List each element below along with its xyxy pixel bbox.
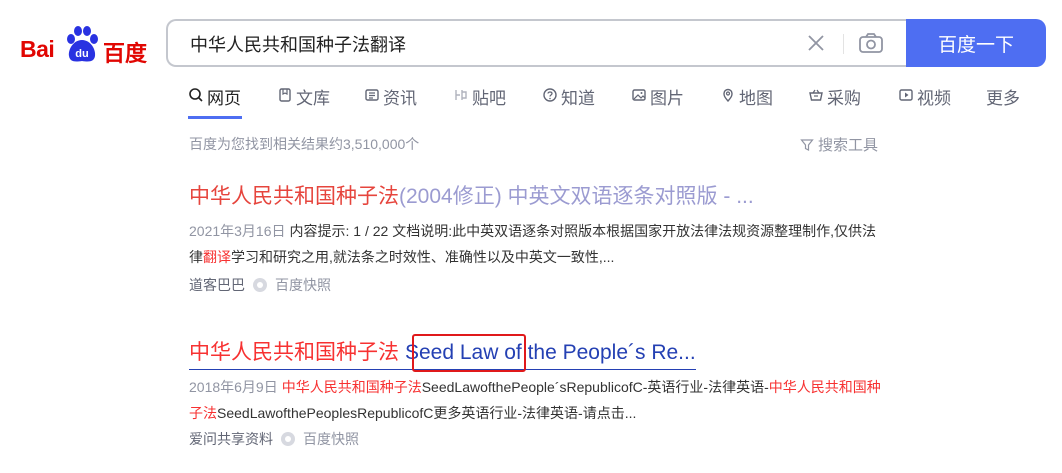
title-highlight: 中华人民共和国种子法 bbox=[189, 185, 399, 208]
tab-map[interactable]: 地图 bbox=[720, 84, 773, 118]
result-abstract: 2021年3月16日 内容提示: 1 / 22 文档说明:此中英双语逐条对照版本根… bbox=[189, 218, 889, 270]
snapshot-icon bbox=[253, 278, 267, 292]
search-input[interactable] bbox=[188, 21, 792, 67]
tab-label: 网页 bbox=[207, 89, 241, 108]
search-divider bbox=[843, 34, 844, 54]
active-tab-indicator bbox=[188, 116, 242, 119]
search-tools-button[interactable]: 搜索工具 bbox=[800, 134, 878, 155]
result-date: 2021年3月16日 bbox=[189, 223, 286, 239]
logo-du-text: du bbox=[75, 48, 88, 60]
tab-label: 更多 bbox=[986, 89, 1020, 108]
news-icon bbox=[365, 89, 379, 101]
tab-more[interactable]: 更多 bbox=[986, 84, 1020, 118]
search-icon bbox=[189, 88, 203, 102]
title-text: (2004修正) 中英文双语逐条对照版 - ... bbox=[399, 185, 754, 208]
baidu-logo[interactable]: Bai du 百度 bbox=[20, 22, 150, 67]
abstract-text: 学习和研究之用,就法条之时效性、准确性以及中英文一致性,... bbox=[231, 249, 615, 265]
result-date: 2018年6月9日 bbox=[189, 379, 278, 395]
document-icon bbox=[279, 88, 291, 102]
tab-news[interactable]: 资讯 bbox=[364, 84, 417, 118]
search-tools-label: 搜索工具 bbox=[818, 137, 879, 154]
tab-tieba[interactable]: 贴吧 bbox=[453, 84, 506, 118]
result-title-link[interactable]: 中华人民共和国种子法(2004修正) 中英文双语逐条对照版 - ... bbox=[189, 182, 889, 212]
snapshot-icon bbox=[281, 432, 295, 446]
result-abstract: 2018年6月9日 中华人民共和国种子法SeedLawofthePeople´sR… bbox=[189, 374, 889, 426]
tab-purchase[interactable]: 采购 bbox=[808, 84, 861, 118]
annotation-highlight-box bbox=[412, 334, 526, 372]
tab-label: 图片 bbox=[650, 89, 684, 108]
tab-web[interactable]: 网页 bbox=[188, 84, 242, 119]
shopping-basket-icon bbox=[809, 89, 823, 101]
source-name: 道客巴巴 bbox=[189, 277, 245, 293]
tab-label: 文库 bbox=[296, 89, 330, 108]
tieba-icon bbox=[455, 90, 467, 100]
title-highlight: 中华人民共和国种子法 bbox=[189, 341, 399, 364]
tab-label: 采购 bbox=[827, 89, 861, 108]
tab-label: 知道 bbox=[561, 89, 595, 108]
search-result: 中华人民共和国种子法(2004修正) 中英文双语逐条对照版 - ... 2021… bbox=[189, 182, 889, 295]
result-source: 爱问共享资料 百度快照 bbox=[189, 429, 889, 449]
abstract-highlight: 中华人民共和国种子法 bbox=[281, 379, 422, 395]
tab-wenku[interactable]: 文库 bbox=[277, 84, 330, 118]
snapshot-link[interactable]: 百度快照 bbox=[275, 275, 331, 295]
logo-baidu-text: 百度 bbox=[103, 42, 148, 67]
tab-video[interactable]: 视频 bbox=[898, 84, 951, 118]
tab-images[interactable]: 图片 bbox=[631, 84, 684, 118]
tab-label: 视频 bbox=[917, 89, 951, 108]
snapshot-link[interactable]: 百度快照 bbox=[303, 429, 359, 449]
source-name: 爱问共享资料 bbox=[189, 431, 273, 447]
video-icon bbox=[899, 89, 913, 101]
title-text: of the People´s Re... bbox=[498, 341, 696, 364]
search-box bbox=[166, 19, 906, 67]
map-pin-icon bbox=[723, 88, 733, 103]
filter-icon bbox=[800, 138, 814, 151]
abstract-text: SeedLawofthePeople´sRepublicofC-英语行业-法律英… bbox=[421, 379, 769, 395]
tab-label: 贴吧 bbox=[472, 89, 506, 108]
tab-label: 地图 bbox=[739, 89, 773, 108]
search-result: 中华人民共和国种子法 Seed Law of the People´s Re...… bbox=[189, 338, 889, 449]
camera-icon[interactable] bbox=[858, 31, 884, 55]
result-count: 百度为您找到相关结果约3,510,000个 bbox=[189, 136, 420, 152]
clear-icon[interactable] bbox=[804, 31, 828, 55]
tab-label: 资讯 bbox=[383, 89, 417, 108]
paw-logo-icon: du bbox=[67, 26, 98, 62]
tab-zhidao[interactable]: 知道 bbox=[542, 84, 595, 118]
abstract-highlight: 翻译 bbox=[203, 249, 231, 265]
question-icon bbox=[543, 88, 557, 102]
abstract-text: SeedLawofthePeoplesRepublicofC更多英语行业-法律英… bbox=[217, 405, 637, 421]
result-source: 道客巴巴 百度快照 bbox=[189, 275, 889, 295]
logo-bai-text: Bai bbox=[20, 36, 55, 62]
search-button[interactable]: 百度一下 bbox=[906, 19, 1046, 67]
image-icon bbox=[632, 89, 646, 101]
